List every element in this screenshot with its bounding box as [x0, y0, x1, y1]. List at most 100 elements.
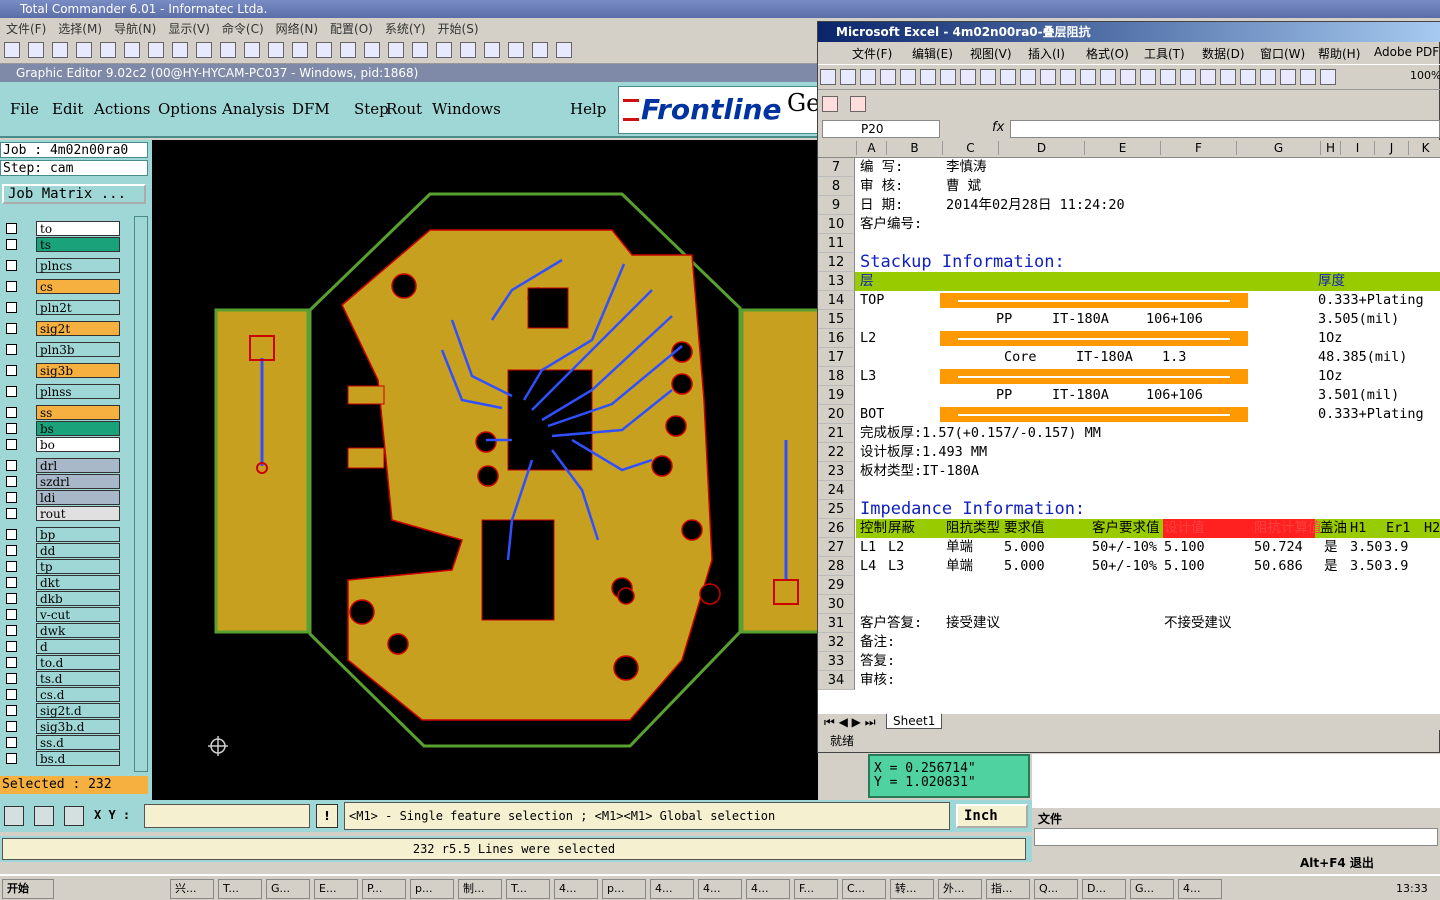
excel-tool-icon[interactable]: [1280, 69, 1296, 85]
taskbar-item[interactable]: E...: [314, 879, 358, 899]
excel-tool-icon[interactable]: [1300, 69, 1316, 85]
sheet-row[interactable]: 17 Core IT-180A 1.3 48.385(mil): [818, 348, 1440, 367]
sheet-row[interactable]: 10 客户编号:: [818, 215, 1440, 234]
layer-checkbox[interactable]: [6, 223, 17, 234]
name-box[interactable]: P20: [822, 120, 940, 138]
layer-row[interactable]: tp: [2, 559, 120, 574]
row-number[interactable]: 29: [818, 576, 855, 595]
layer-checkbox[interactable]: [6, 625, 17, 636]
layer-checkbox[interactable]: [6, 577, 17, 588]
layer-checkbox[interactable]: [6, 529, 17, 540]
ge-menu-rout[interactable]: Rout: [386, 100, 422, 118]
tc-menu-item[interactable]: 配置(O): [324, 18, 379, 39]
sheet-row[interactable]: 24: [818, 481, 1440, 500]
excel-tool-icon[interactable]: [1240, 69, 1256, 85]
col-header[interactable]: H: [1320, 141, 1340, 155]
tab-sheet1[interactable]: Sheet1: [886, 714, 943, 729]
taskbar-item[interactable]: C...: [842, 879, 886, 899]
layer-row[interactable]: cs.d: [2, 687, 120, 702]
layer-row[interactable]: bs: [2, 421, 120, 436]
row-number[interactable]: 30: [818, 595, 855, 614]
excel-menu-item[interactable]: 窗口(W): [1260, 45, 1305, 62]
layer-row[interactable]: dkb: [2, 591, 120, 606]
excel-tool-icon[interactable]: [920, 69, 936, 85]
row-number[interactable]: 26: [818, 519, 855, 538]
tc-menu-item[interactable]: 系统(Y): [379, 18, 432, 39]
col-header[interactable]: D: [998, 141, 1084, 155]
layer-row[interactable]: sig2t.d: [2, 703, 120, 718]
excel-tool-icon[interactable]: [860, 69, 876, 85]
row-number[interactable]: 25: [818, 500, 855, 519]
layer-row[interactable]: dwk: [2, 623, 120, 638]
tc-menu-item[interactable]: 网络(N): [270, 18, 324, 39]
excel-menu-item[interactable]: 视图(V): [970, 45, 1012, 62]
row-number[interactable]: 20: [818, 405, 855, 424]
row-number[interactable]: 24: [818, 481, 855, 500]
zoom-level[interactable]: 100%: [1410, 69, 1440, 82]
sheet-row[interactable]: 34 审核:: [818, 671, 1440, 690]
layer-row[interactable]: dkt: [2, 575, 120, 590]
excel-tool-icon[interactable]: [1200, 69, 1216, 85]
sheet-row[interactable]: 25 Impedance Information:: [818, 500, 1440, 519]
tc-tool-icon[interactable]: [220, 42, 236, 58]
tab-nav-icon[interactable]: ⏮ ◀ ▶ ⏭: [824, 715, 876, 730]
excel-tool-icon[interactable]: [1140, 69, 1156, 85]
row-number[interactable]: 17: [818, 348, 855, 367]
layer-checkbox[interactable]: [6, 737, 17, 748]
sheet-row[interactable]: 14 TOP 0.333+Plating: [818, 291, 1440, 310]
pdf-icon[interactable]: [822, 96, 838, 112]
taskbar-item[interactable]: 4...: [650, 879, 694, 899]
start-button[interactable]: 开始: [2, 879, 54, 899]
row-number[interactable]: 32: [818, 633, 855, 652]
layer-checkbox[interactable]: [6, 545, 17, 556]
row-number[interactable]: 27: [818, 538, 855, 557]
col-header[interactable]: F: [1160, 141, 1236, 155]
tc-menu-item[interactable]: 显示(V): [162, 18, 216, 39]
col-header[interactable]: B: [886, 141, 942, 155]
xy-input[interactable]: [144, 804, 310, 828]
excel-tool-icon[interactable]: [980, 69, 996, 85]
row-number[interactable]: 16: [818, 329, 855, 348]
layer-row[interactable]: to.d: [2, 655, 120, 670]
excel-menu-item[interactable]: 帮助(H): [1318, 45, 1360, 62]
col-header[interactable]: C: [942, 141, 998, 155]
tc-tool-icon[interactable]: [484, 42, 500, 58]
layer-checkbox[interactable]: [6, 721, 17, 732]
row-number[interactable]: 7: [818, 158, 855, 177]
layer-checkbox[interactable]: [6, 492, 17, 503]
layer-checkbox[interactable]: [6, 593, 17, 604]
layer-checkbox[interactable]: [6, 239, 17, 250]
excel-tool-icon[interactable]: [1000, 69, 1016, 85]
row-number[interactable]: 34: [818, 671, 855, 690]
row-number[interactable]: 33: [818, 652, 855, 671]
excel-menu-item[interactable]: 文件(F): [852, 45, 892, 62]
layer-row[interactable]: bp: [2, 527, 120, 542]
excel-tool-icon[interactable]: [960, 69, 976, 85]
taskbar-item[interactable]: 4...: [554, 879, 598, 899]
grid-icon[interactable]: [64, 806, 84, 826]
tc-tool-icon[interactable]: [148, 42, 164, 58]
tc-menu-item[interactable]: 开始(S): [432, 18, 485, 39]
row-number[interactable]: 22: [818, 443, 855, 462]
layer-row[interactable]: v-cut: [2, 607, 120, 622]
tc-tool-icon[interactable]: [436, 42, 452, 58]
excel-tool-icon[interactable]: [1320, 69, 1336, 85]
taskbar-item[interactable]: 4...: [698, 879, 742, 899]
taskbar-item[interactable]: 制...: [458, 879, 502, 899]
layer-row[interactable]: pln3b: [2, 342, 120, 357]
taskbar-item[interactable]: D...: [1082, 879, 1126, 899]
taskbar-item[interactable]: 指...: [986, 879, 1030, 899]
sheet-row[interactable]: 7 编 写: 李慎涛: [818, 158, 1440, 177]
tc-tool-icon[interactable]: [508, 42, 524, 58]
excel-menu-item[interactable]: 工具(T): [1144, 45, 1185, 62]
layer-checkbox[interactable]: [6, 323, 17, 334]
excel-tool-icon[interactable]: [1160, 69, 1176, 85]
excel-menu-item[interactable]: 数据(D): [1202, 45, 1245, 62]
layer-list-scrollbar[interactable]: [134, 216, 148, 772]
row-number[interactable]: 23: [818, 462, 855, 481]
tc-menu-item[interactable]: 导航(N): [108, 18, 162, 39]
tc-tool-icon[interactable]: [316, 42, 332, 58]
layer-row[interactable]: rout: [2, 506, 120, 521]
layer-row[interactable]: plnss: [2, 384, 120, 399]
layer-checkbox[interactable]: [6, 386, 17, 397]
